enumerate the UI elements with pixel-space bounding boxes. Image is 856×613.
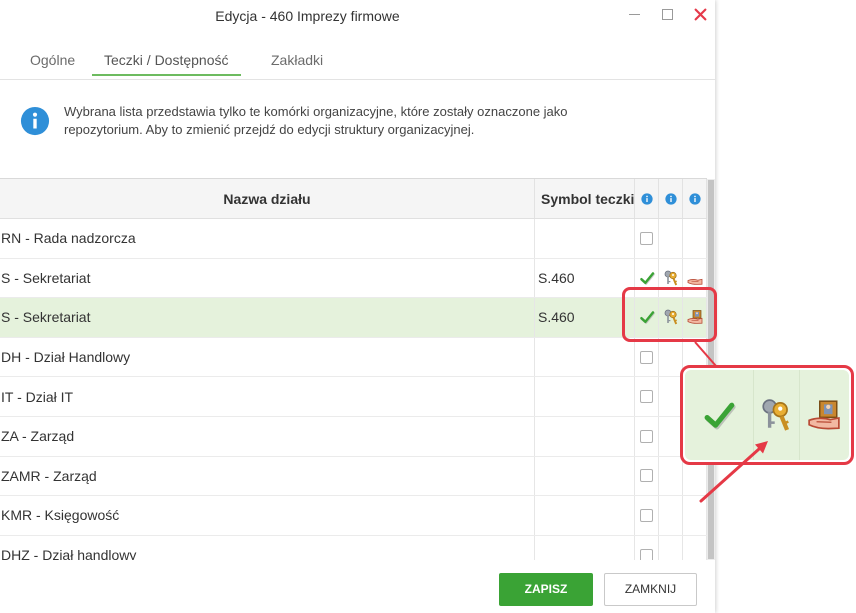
access-cell bbox=[635, 456, 659, 496]
folder-symbol-cell bbox=[535, 219, 635, 258]
dialog-footer: ZAPISZ ZAMKNIJ bbox=[0, 560, 715, 613]
info-message-line: Wybrana lista przedstawia tylko te komór… bbox=[64, 104, 568, 119]
zoom-cell bbox=[800, 370, 849, 460]
folder-symbol-cell bbox=[535, 535, 635, 560]
tab-bookmarks[interactable]: Zakładki bbox=[271, 51, 323, 69]
tab-folders-availability[interactable]: Teczki / Dostępność bbox=[92, 51, 241, 76]
info-icon[interactable] bbox=[635, 179, 659, 218]
repository-checkbox[interactable] bbox=[640, 429, 653, 443]
repository-checkbox[interactable] bbox=[640, 390, 653, 404]
repository-checkbox[interactable] bbox=[640, 231, 653, 245]
access-cell bbox=[635, 337, 659, 377]
info-message: Wybrana lista przedstawia tylko te komór… bbox=[64, 103, 568, 139]
folder-symbol-cell bbox=[535, 377, 635, 416]
folder-symbol-cell bbox=[535, 416, 635, 456]
hand-folder-icon bbox=[807, 398, 841, 432]
dialog-title: Edycja - 460 Imprezy firmowe bbox=[215, 8, 400, 24]
table-header: Nazwa działu Symbol teczki bbox=[0, 179, 707, 219]
table-body: RN - Rada nadzorcza S - Sekretariat S.460 S… bbox=[0, 219, 707, 560]
access-cell bbox=[635, 219, 659, 258]
close-button[interactable]: ZAMKNIJ bbox=[604, 573, 697, 606]
access-cell bbox=[683, 496, 707, 535]
access-cell bbox=[635, 535, 659, 560]
department-name-cell: S - Sekretariat bbox=[0, 258, 535, 298]
repository-checkbox[interactable] bbox=[640, 548, 653, 560]
department-name-cell: ZAMR - Zarząd bbox=[0, 456, 535, 496]
department-name-cell: KMR - Księgowość bbox=[0, 496, 535, 535]
table-row[interactable]: DHZ - Dział handlowy bbox=[0, 535, 707, 560]
info-icon[interactable] bbox=[659, 179, 683, 218]
highlight-box bbox=[622, 287, 717, 342]
access-cell bbox=[659, 535, 683, 560]
hand-icon[interactable] bbox=[687, 270, 703, 286]
zoom-callout-content bbox=[685, 370, 849, 460]
folder-symbol-cell: S.460 bbox=[535, 258, 635, 298]
access-cell bbox=[659, 456, 683, 496]
repository-checkbox[interactable] bbox=[640, 508, 653, 522]
table-row[interactable]: S - Sekretariat S.460 bbox=[0, 258, 707, 299]
access-cell bbox=[659, 337, 683, 377]
close-icon[interactable] bbox=[694, 8, 707, 21]
keys-icon[interactable] bbox=[663, 270, 679, 286]
folder-symbol-cell: S.460 bbox=[535, 298, 635, 337]
info-message-line: repozytorium. Aby to zmienić przejdź do … bbox=[64, 122, 475, 137]
check-icon bbox=[702, 398, 736, 432]
tab-general[interactable]: Ogólne bbox=[30, 51, 75, 69]
minimize-icon[interactable] bbox=[629, 14, 640, 15]
table-row[interactable]: IT - Dział IT bbox=[0, 377, 707, 417]
column-header-folder-symbol[interactable]: Symbol teczki bbox=[535, 179, 635, 218]
folder-symbol-cell bbox=[535, 337, 635, 377]
access-cell bbox=[635, 416, 659, 456]
table-row[interactable]: DH - Dział Handlowy bbox=[0, 337, 707, 378]
access-cell bbox=[659, 496, 683, 535]
folder-symbol-cell bbox=[535, 456, 635, 496]
tab-divider bbox=[0, 79, 715, 80]
zoom-callout bbox=[680, 365, 854, 465]
zoom-cell bbox=[685, 370, 754, 460]
department-name-cell: DH - Dział Handlowy bbox=[0, 337, 535, 377]
edit-dialog: Edycja - 460 Imprezy firmowe Ogólne Tecz… bbox=[0, 0, 715, 613]
maximize-icon[interactable] bbox=[662, 9, 673, 20]
access-cell bbox=[683, 219, 707, 258]
info-icon bbox=[20, 106, 50, 136]
access-cell bbox=[659, 219, 683, 258]
column-header-department-name[interactable]: Nazwa działu bbox=[0, 179, 535, 218]
table-row[interactable]: ZA - Zarząd bbox=[0, 416, 707, 457]
access-cell bbox=[635, 377, 659, 416]
table-row[interactable]: ZAMR - Zarząd bbox=[0, 456, 707, 497]
info-icon[interactable] bbox=[683, 179, 707, 218]
department-name-cell: S - Sekretariat bbox=[0, 298, 535, 337]
check-icon[interactable] bbox=[639, 270, 655, 286]
save-button[interactable]: ZAPISZ bbox=[499, 573, 593, 606]
repository-checkbox[interactable] bbox=[640, 350, 653, 364]
zoom-cell bbox=[754, 370, 800, 460]
access-cell bbox=[635, 496, 659, 535]
department-name-cell: ZA - Zarząd bbox=[0, 416, 535, 456]
department-name-cell: IT - Dział IT bbox=[0, 377, 535, 416]
keys-icon bbox=[759, 398, 793, 432]
folder-symbol-cell bbox=[535, 496, 635, 535]
access-cell bbox=[683, 535, 707, 560]
table-row[interactable]: RN - Rada nadzorcza bbox=[0, 219, 707, 259]
table-row[interactable]: KMR - Księgowość bbox=[0, 496, 707, 536]
department-name-cell: RN - Rada nadzorcza bbox=[0, 219, 535, 258]
department-name-cell: DHZ - Dział handlowy bbox=[0, 535, 535, 560]
repository-checkbox[interactable] bbox=[640, 469, 653, 483]
table-row[interactable]: S - Sekretariat S.460 bbox=[0, 298, 707, 338]
